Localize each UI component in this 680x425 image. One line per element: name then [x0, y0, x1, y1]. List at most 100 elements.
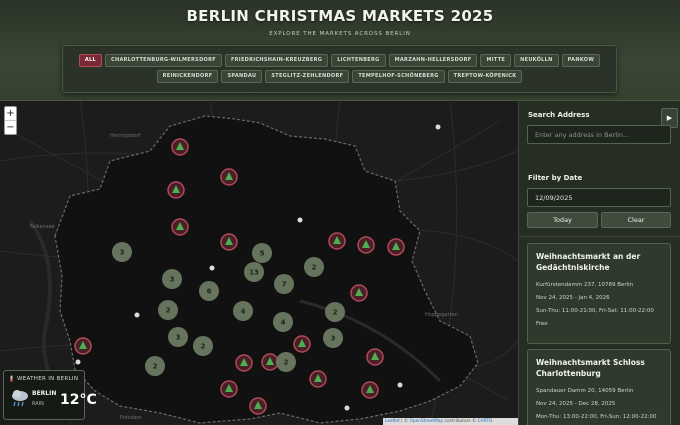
leaflet-link[interactable]: Leaflet [385, 419, 400, 424]
market-name: Weihnachtsmarkt Schloss Charlottenburg [536, 358, 645, 378]
weather-city: BERLIN [32, 390, 57, 397]
market-marker-icon[interactable] [171, 138, 189, 156]
cluster-marker[interactable]: 3 [162, 269, 182, 289]
market-hours: Sun-Thu: 11:00-21:00, Fri-Sat: 11:00-22:… [536, 308, 654, 314]
cluster-marker[interactable]: 2 [193, 336, 213, 356]
cluster-count: 2 [153, 363, 158, 371]
district-chip-row-2: REINICKENDORF SPANDAU STEGLITZ-ZEHLENDORF T… [69, 70, 610, 83]
market-marker-icon[interactable] [366, 348, 384, 366]
district-chip[interactable]: MARZAHN-HELLERSDORF [388, 54, 478, 67]
market-dates: Nov 24, 2025 - Jan 4, 2026 [536, 295, 610, 301]
district-chip[interactable]: TEMPELHOF-SCHÖNEBERG [352, 70, 445, 83]
cluster-count: 6 [207, 288, 212, 296]
cluster-marker[interactable]: 2 [325, 302, 345, 322]
date-filter-input[interactable] [527, 188, 671, 207]
market-marker-icon[interactable] [220, 380, 238, 398]
cluster-count: 3 [120, 249, 125, 257]
weather-heading: WEATHER IN BERLIN [8, 375, 80, 382]
weather-widget: WEATHER IN BERLIN BERLIN RAIN 12°C [3, 370, 97, 420]
sidebar-divider [518, 236, 680, 237]
search-address-input[interactable] [527, 125, 671, 144]
today-button[interactable]: Today [527, 212, 598, 228]
district-chip-row-1: ALL CHARLOTTENBURG-WILMERSDORF FRIEDRICHSH… [69, 54, 610, 67]
district-chip[interactable]: PANKOW [561, 54, 601, 67]
cluster-marker[interactable]: 4 [273, 312, 293, 332]
market-marker-icon[interactable] [220, 168, 238, 186]
clear-button[interactable]: Clear [601, 212, 671, 228]
district-chip[interactable]: REINICKENDORF [156, 70, 219, 83]
cluster-count: 13 [249, 269, 259, 277]
cluster-marker[interactable]: 6 [199, 281, 219, 301]
market-marker-icon[interactable] [328, 232, 346, 250]
district-chip[interactable]: FRIEDRICHSHAIN-KREUZBERG [224, 54, 329, 67]
weather-heading-text: WEATHER IN BERLIN [17, 375, 79, 382]
carto-link[interactable]: CARTO [478, 419, 493, 424]
district-chip[interactable]: LICHTENBERG [331, 54, 386, 67]
market-marker-icon[interactable] [361, 381, 379, 399]
weather-temperature: 12°C [60, 392, 97, 408]
market-card[interactable]: Weihnachtsmarkt Schloss Charlottenburg S… [527, 349, 671, 425]
zoom-in-button[interactable]: + [5, 107, 16, 120]
district-chip[interactable]: CHARLOTTENBURG-WILMERSDORF [105, 54, 222, 67]
osm-link[interactable]: OpenStreetMap [409, 419, 443, 424]
market-dates: Nov 24, 2025 - Dec 28, 2025 [536, 401, 616, 407]
cluster-marker[interactable]: 2 [145, 356, 165, 376]
cluster-marker[interactable]: 3 [323, 328, 343, 348]
zoom-out-button[interactable]: − [5, 120, 16, 133]
cluster-marker[interactable]: 13 [244, 262, 264, 282]
market-marker-icon[interactable] [235, 354, 253, 372]
district-chip[interactable]: NEUKÖLLN [514, 54, 559, 67]
filter-date-label: Filter by Date [528, 174, 583, 182]
place-label: Hennigsdorf [110, 133, 141, 139]
cluster-marker[interactable]: 2 [304, 257, 324, 277]
market-hours: Mon-Thu: 13:00-22:00, Fri-Sun: 12:00-22:… [536, 414, 657, 420]
thermometer-icon [10, 375, 13, 382]
cluster-marker[interactable]: 3 [168, 327, 188, 347]
market-marker-icon[interactable] [74, 337, 92, 355]
cluster-marker[interactable]: 4 [233, 301, 253, 321]
market-address: Kurfürstendamm 237, 10789 Berlin [536, 282, 634, 288]
district-chip[interactable]: SPANDAU [221, 70, 263, 83]
cluster-count: 5 [260, 250, 265, 258]
market-marker-icon[interactable] [309, 370, 327, 388]
cluster-count: 3 [170, 276, 175, 284]
cluster-marker[interactable]: 2 [158, 300, 178, 320]
market-address: Spandauer Damm 20, 14059 Berlin [536, 388, 634, 394]
map-attribution: Leaflet | © OpenStreetMap contributors ©… [383, 418, 518, 425]
market-marker-icon[interactable] [350, 284, 368, 302]
page-subtitle: EXPLORE THE MARKETS ACROSS BERLIN [269, 31, 411, 37]
cluster-count: 7 [282, 281, 287, 289]
cluster-marker[interactable]: 3 [112, 242, 132, 262]
market-marker-icon[interactable] [167, 181, 185, 199]
market-marker-icon[interactable] [220, 233, 238, 251]
district-filter-panel: ALL CHARLOTTENBURG-WILMERSDORF FRIEDRICHSH… [62, 45, 617, 93]
cluster-marker[interactable]: 7 [274, 274, 294, 294]
cluster-count: 4 [281, 319, 286, 327]
district-chip[interactable]: STEGLITZ-ZEHLENDORF [265, 70, 350, 83]
market-card[interactable]: Weihnachtsmarkt an der Gedächtniskirche … [527, 243, 671, 344]
cluster-count: 2 [284, 359, 289, 367]
cluster-count: 2 [312, 264, 317, 272]
district-chip[interactable]: TREPTOW-KÖPENICK [447, 70, 523, 83]
page-title: BERLIN CHRISTMAS MARKETS 2025 [186, 7, 494, 25]
cluster-count: 3 [331, 335, 336, 343]
cluster-count: 4 [241, 308, 246, 316]
market-marker-icon[interactable] [387, 238, 405, 256]
cluster-marker[interactable]: 5 [252, 243, 272, 263]
market-marker-icon[interactable] [249, 397, 267, 415]
search-address-label: Search Address [528, 111, 590, 119]
cluster-marker[interactable]: 2 [276, 352, 296, 372]
cluster-count: 2 [333, 309, 338, 317]
market-marker-icon[interactable] [293, 335, 311, 353]
market-marker-icon[interactable] [171, 218, 189, 236]
district-chip[interactable]: MITTE [480, 54, 512, 67]
market-price: Free [536, 321, 548, 327]
place-label: Falkensee [30, 224, 55, 230]
market-marker-icon[interactable] [357, 236, 375, 254]
zoom-control: + − [4, 106, 17, 135]
cluster-count: 3 [176, 334, 181, 342]
cluster-count: 2 [166, 307, 171, 315]
district-chip[interactable]: ALL [78, 54, 103, 67]
header: BERLIN CHRISTMAS MARKETS 2025 EXPLORE TH… [0, 0, 680, 101]
market-marker-icon[interactable] [261, 353, 279, 371]
